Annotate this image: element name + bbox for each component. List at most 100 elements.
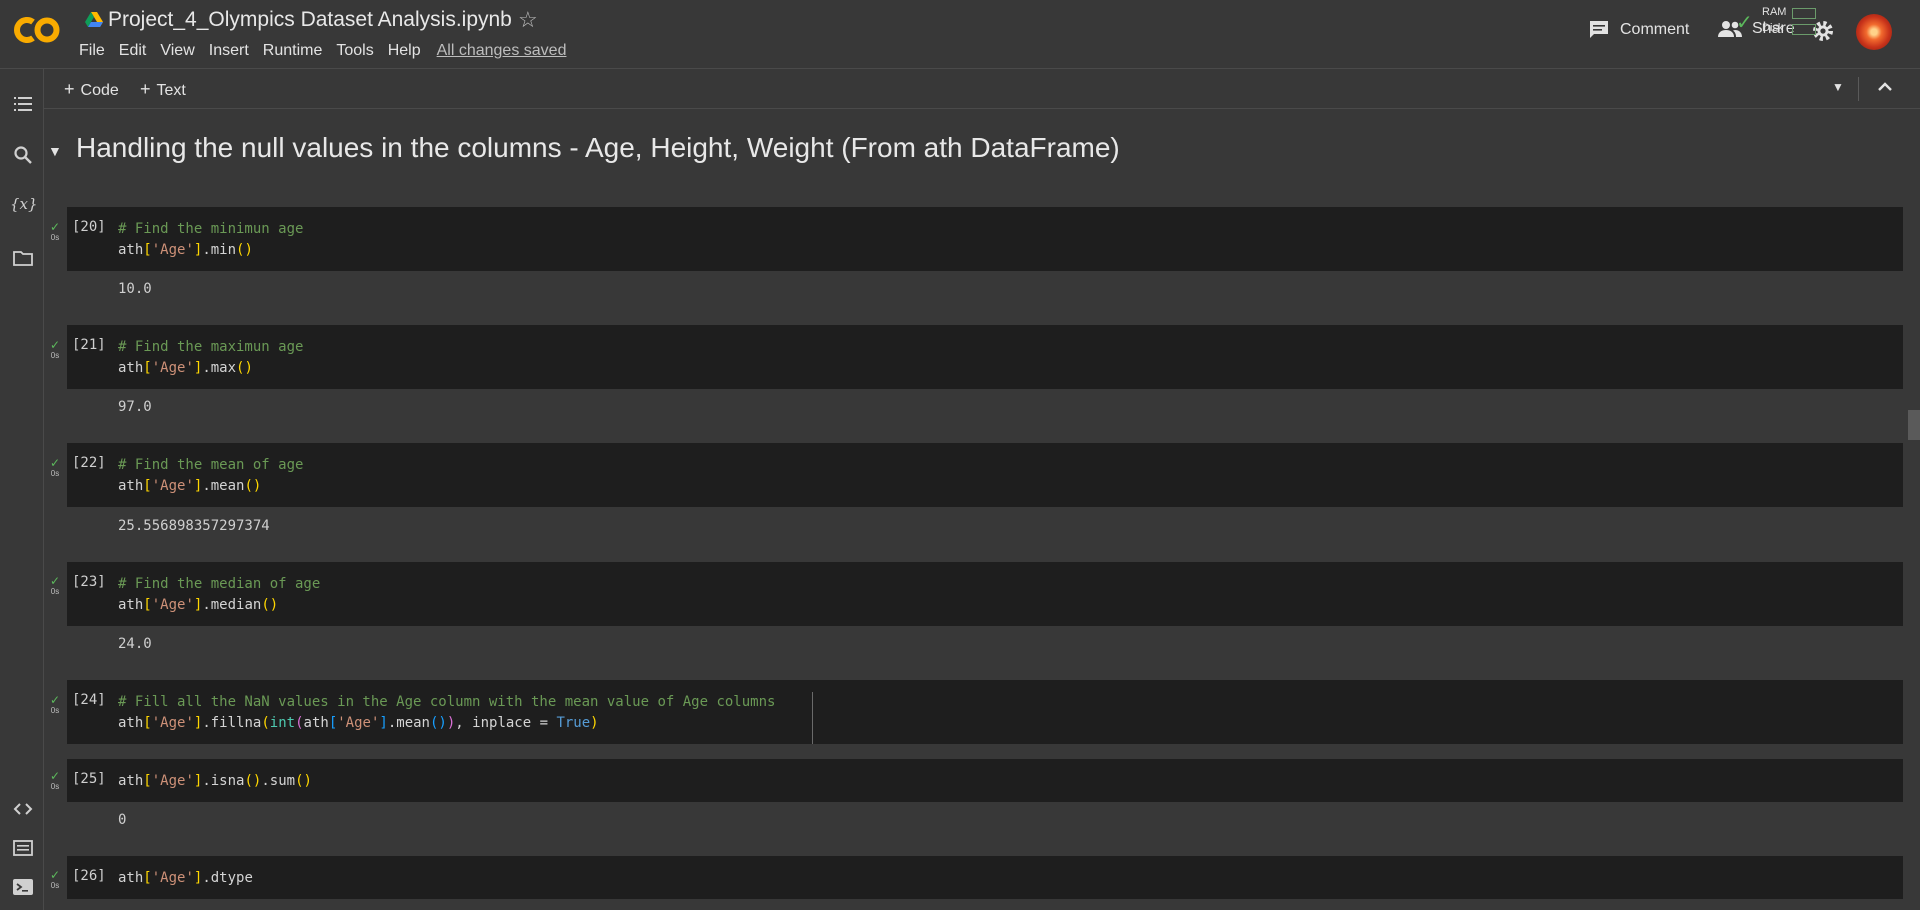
menu-bar: File Edit View Insert Runtime Tools Help… (79, 42, 580, 60)
code-editor[interactable]: # Find the mean of age ath['Age'].mean() (118, 455, 303, 497)
add-code-button[interactable]: + Code (64, 79, 119, 100)
cell-status[interactable]: ✓ 0s (48, 869, 62, 891)
menu-edit[interactable]: Edit (119, 42, 147, 60)
code-cell[interactable]: [21] # Find the maximun age ath['Age'].m… (67, 325, 1903, 389)
user-avatar[interactable] (1856, 14, 1892, 50)
execution-count: [22] (72, 455, 106, 471)
section-collapse-icon[interactable]: ▼ (48, 143, 62, 159)
terminal-icon[interactable] (12, 876, 34, 898)
ram-label: RAM (1762, 6, 1787, 18)
code-token: .mean (387, 715, 430, 731)
exec-time: 0s (50, 469, 60, 478)
menu-insert[interactable]: Insert (209, 42, 249, 60)
notebook-title[interactable]: Project_4_Olympics Dataset Analysis.ipyn… (108, 8, 512, 32)
code-snippets-icon[interactable] (12, 798, 34, 820)
code-editor[interactable]: # Fill all the NaN values in the Age col… (118, 692, 775, 734)
execution-count: [25] (72, 771, 106, 787)
code-token: 'Age' (151, 360, 194, 376)
code-cell[interactable]: [20] # Find the minimun age ath['Age'].m… (67, 207, 1903, 271)
code-comment: # Fill all the NaN values in the Age col… (118, 694, 776, 710)
code-editor[interactable]: # Find the minimun age ath['Age'].min() (118, 219, 303, 261)
execution-count: [21] (72, 337, 106, 353)
code-token: .isna (202, 773, 245, 789)
code-editor[interactable]: ath['Age'].dtype (118, 868, 253, 889)
execution-count: [26] (72, 868, 106, 884)
execution-count: [24] (72, 692, 106, 708)
chevron-up-icon[interactable] (1876, 78, 1894, 96)
menu-help[interactable]: Help (388, 42, 421, 60)
code-token: 'Age' (151, 773, 194, 789)
comment-icon (1590, 21, 1608, 38)
code-cell[interactable]: [26] ath['Age'].dtype (67, 856, 1903, 899)
cell-status[interactable]: ✓ 0s (48, 770, 62, 792)
code-cell[interactable]: [23] # Find the median of age ath['Age']… (67, 562, 1903, 626)
code-token: ath (118, 597, 144, 613)
cell-status[interactable]: ✓ 0s (48, 339, 62, 361)
code-token: .dtype (202, 870, 253, 886)
comment-label: Comment (1620, 21, 1690, 38)
code-token: 'Age' (151, 870, 194, 886)
star-icon[interactable]: ☆ (518, 7, 538, 33)
comment-button[interactable]: Comment (1588, 20, 1689, 40)
section-heading: Handling the null values in the columns … (76, 132, 1120, 163)
folder-icon[interactable] (12, 247, 34, 269)
code-token: ath (118, 773, 144, 789)
vertical-scrollbar[interactable] (1908, 410, 1920, 440)
exec-time: 0s (50, 706, 60, 715)
cell-output: 25.556898357297374 (118, 518, 270, 534)
code-token: .median (202, 597, 262, 613)
code-token: .fillna (202, 715, 262, 731)
save-status-link[interactable]: All changes saved (437, 42, 567, 60)
resource-monitor[interactable]: ✓ RAM Disk (1736, 4, 1836, 36)
add-text-button[interactable]: + Text (140, 79, 186, 100)
editor-ruler (812, 692, 813, 744)
code-cell[interactable]: [24] # Fill all the NaN values in the Ag… (67, 680, 1903, 744)
connected-check-icon: ✓ (1736, 12, 1753, 34)
code-token: ath (118, 242, 144, 258)
cell-output: 10.0 (118, 281, 152, 297)
add-text-label: Text (156, 82, 186, 99)
code-token: ath (118, 360, 144, 376)
code-editor[interactable]: # Find the maximun age ath['Age'].max() (118, 337, 303, 379)
cell-status[interactable]: ✓ 0s (48, 575, 62, 597)
code-token: 'Age' (337, 715, 380, 731)
code-token: .min (202, 242, 237, 258)
code-comment: # Find the maximun age (118, 339, 304, 355)
code-token: 'Age' (151, 715, 194, 731)
menu-view[interactable]: View (160, 42, 194, 60)
code-token: ath (118, 478, 144, 494)
code-token: ath (118, 715, 144, 731)
success-check-icon: ✓ (49, 220, 61, 234)
code-token: ath (118, 870, 144, 886)
cell-status[interactable]: ✓ 0s (48, 457, 62, 479)
menu-tools[interactable]: Tools (336, 42, 373, 60)
code-comment: # Find the median of age (118, 576, 321, 592)
exec-time: 0s (50, 233, 60, 242)
code-token: 'Age' (151, 478, 194, 494)
exec-time: 0s (50, 782, 60, 791)
cell-status[interactable]: ✓ 0s (48, 221, 62, 243)
code-cell[interactable]: [22] # Find the mean of age ath['Age'].m… (67, 443, 1903, 507)
command-palette-icon[interactable] (12, 837, 34, 859)
code-cell[interactable]: [25] ath['Age'].isna().sum() (67, 759, 1903, 802)
exec-time: 0s (50, 351, 60, 360)
code-editor[interactable]: # Find the median of age ath['Age'].medi… (118, 574, 320, 616)
disk-label: Disk (1762, 22, 1784, 34)
code-token: 'Age' (151, 597, 194, 613)
colab-logo[interactable] (14, 13, 62, 47)
success-check-icon: ✓ (49, 693, 61, 707)
table-of-contents-icon[interactable] (12, 93, 34, 115)
success-check-icon: ✓ (49, 574, 61, 588)
menu-runtime[interactable]: Runtime (263, 42, 323, 60)
exec-time: 0s (50, 881, 60, 890)
search-icon[interactable] (12, 144, 34, 166)
menu-file[interactable]: File (79, 42, 105, 60)
code-editor[interactable]: ath['Age'].isna().sum() (118, 771, 312, 792)
cell-status[interactable]: ✓ 0s (48, 694, 62, 716)
runtime-dropdown-icon[interactable]: ▼ (1832, 80, 1844, 94)
execution-count: [23] (72, 574, 106, 590)
app-header: Project_4_Olympics Dataset Analysis.ipyn… (0, 0, 1920, 69)
variables-icon[interactable]: {𝑥} (10, 195, 38, 217)
success-check-icon: ✓ (49, 338, 61, 352)
ram-usage-bar (1792, 8, 1816, 19)
